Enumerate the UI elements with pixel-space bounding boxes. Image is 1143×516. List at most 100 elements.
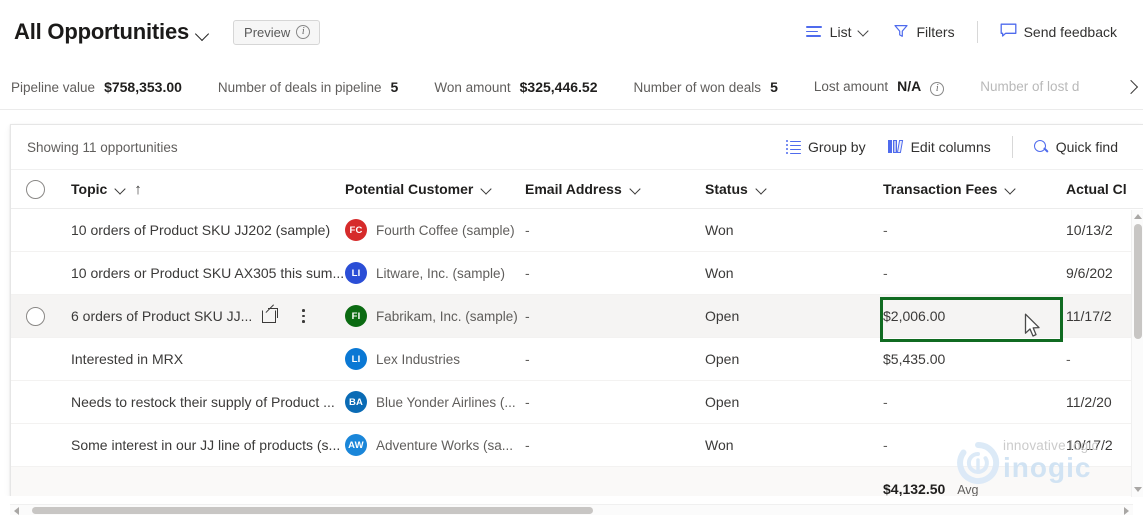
- aggregate-transaction-fees: $4,132.50 Avg: [883, 481, 1066, 497]
- cell-email-address: -: [525, 437, 530, 453]
- kpi-label: Lost amount: [813, 78, 889, 94]
- chevron-down-icon[interactable]: [858, 27, 869, 38]
- quick-find-button[interactable]: Quick find: [1023, 133, 1129, 161]
- cell-status: Won: [705, 265, 734, 281]
- kpi-value: 5: [390, 78, 399, 95]
- cell-potential-customer[interactable]: AW Adventure Works (sa...: [345, 434, 525, 456]
- column-header-status[interactable]: Status: [705, 181, 883, 197]
- page-title: All Opportunities: [14, 19, 190, 44]
- chevron-down-icon[interactable]: [1005, 184, 1016, 195]
- horizontal-scroll-thumb[interactable]: [32, 507, 593, 514]
- chevron-down-icon[interactable]: [481, 184, 492, 195]
- kpi-scroll-right-icon[interactable]: [1123, 78, 1141, 96]
- header-divider: [976, 21, 978, 43]
- kpi-won-deals: Number of won deals 5: [633, 79, 777, 95]
- info-icon[interactable]: i: [930, 81, 945, 96]
- cell-email-address: -: [525, 394, 530, 410]
- cell-status: Won: [705, 437, 734, 453]
- cell-topic[interactable]: Some interest in our JJ line of products…: [59, 437, 345, 453]
- cell-potential-customer[interactable]: LI Lex Industries: [345, 348, 525, 370]
- opportunities-grid-screen: All Opportunities Preview i List Filters: [0, 0, 1143, 516]
- grid-vertical-scrollbar[interactable]: [1131, 210, 1143, 497]
- cell-transaction-fees: -: [883, 394, 888, 410]
- select-all-checkbox[interactable]: [25, 179, 45, 199]
- table-row[interactable]: 10 orders of Product SKU JJ202 (sample) …: [11, 209, 1143, 252]
- cell-potential-customer[interactable]: FC Fourth Coffee (sample): [345, 219, 525, 241]
- table-row[interactable]: 10 orders or Product SKU AX305 this sum.…: [11, 252, 1143, 295]
- cell-customer-text: Fourth Coffee (sample): [376, 222, 515, 238]
- grid-horizontal-scrollbar[interactable]: [10, 504, 1133, 515]
- column-header-topic[interactable]: Topic ↑: [59, 181, 345, 197]
- info-icon[interactable]: i: [296, 25, 311, 39]
- column-header-transaction-fees[interactable]: Transaction Fees: [883, 181, 1066, 197]
- cell-status: Open: [705, 351, 740, 367]
- cell-topic[interactable]: Interested in MRX: [59, 351, 345, 367]
- kpi-summary-bar: Pipeline value $758,353.00 Number of dea…: [0, 64, 1143, 110]
- chevron-down-icon[interactable]: [756, 184, 767, 195]
- vertical-scroll-thumb[interactable]: [1134, 224, 1142, 339]
- kpi-lost-amount: Lost amount N/A i: [813, 77, 945, 96]
- avatar: LI: [345, 262, 367, 284]
- send-feedback-button[interactable]: Send feedback: [988, 17, 1129, 47]
- header-actions: List Filters Send feedback: [794, 17, 1129, 48]
- kpi-label: Number of lost d: [980, 79, 1080, 94]
- edit-columns-icon: [887, 140, 904, 154]
- row-checkbox[interactable]: [25, 306, 45, 326]
- kpi-value: N/A: [897, 77, 922, 94]
- table-row[interactable]: 6 orders of Product SKU JJ... FI Fabrika…: [11, 295, 1143, 338]
- table-row[interactable]: Interested in MRX LI Lex Industries - Op…: [11, 338, 1143, 381]
- row-select-cell[interactable]: [11, 306, 59, 326]
- cell-potential-customer[interactable]: BA Blue Yonder Airlines (...: [345, 391, 525, 413]
- chevron-down-icon[interactable]: [115, 184, 126, 195]
- cell-potential-customer[interactable]: LI Litware, Inc. (sample): [345, 262, 525, 284]
- scroll-down-icon[interactable]: [1134, 486, 1142, 494]
- filters-button[interactable]: Filters: [881, 17, 966, 48]
- table-row[interactable]: Needs to restock their supply of Product…: [11, 381, 1143, 424]
- scroll-left-icon[interactable]: [14, 507, 22, 515]
- cell-email-address: -: [525, 265, 530, 281]
- list-view-label: List: [829, 24, 852, 40]
- table-row[interactable]: Some interest in our JJ line of products…: [11, 424, 1143, 467]
- kpi-won-amount: Won amount $325,446.52: [434, 79, 597, 95]
- scroll-right-icon[interactable]: [1121, 507, 1129, 515]
- scroll-up-icon[interactable]: [1134, 213, 1142, 221]
- edit-columns-button[interactable]: Edit columns: [877, 133, 1002, 161]
- filters-label: Filters: [916, 24, 955, 40]
- opportunities-grid-panel: Showing 11 opportunities Group by Edit c…: [10, 124, 1143, 511]
- column-header-label: Status: [705, 181, 748, 197]
- cell-topic[interactable]: 10 orders of Product SKU JJ202 (sample): [59, 222, 345, 238]
- preview-badge[interactable]: Preview i: [233, 19, 321, 45]
- grid-command-bar: Showing 11 opportunities Group by Edit c…: [11, 125, 1143, 170]
- list-view-button[interactable]: List: [794, 18, 882, 46]
- avatar: BA: [345, 391, 367, 413]
- open-in-new-icon[interactable]: [262, 304, 279, 323]
- column-header-label: Topic: [71, 181, 108, 197]
- column-header-email-address[interactable]: Email Address: [525, 181, 705, 197]
- cell-customer-text: Lex Industries: [376, 351, 461, 367]
- cell-email-address: -: [525, 222, 530, 238]
- select-all-cell[interactable]: [11, 179, 59, 199]
- cell-email-address: -: [525, 351, 530, 367]
- feedback-comment-icon: [1000, 23, 1017, 41]
- chevron-down-icon[interactable]: [630, 184, 641, 195]
- column-header-actual-close[interactable]: Actual Cl: [1066, 181, 1143, 197]
- group-by-button[interactable]: Group by: [775, 133, 877, 161]
- kpi-value: $758,353.00: [104, 78, 182, 95]
- cell-topic[interactable]: Needs to restock their supply of Product…: [59, 394, 345, 410]
- view-selector[interactable]: All Opportunities: [14, 19, 209, 45]
- avatar: FI: [345, 305, 367, 327]
- chevron-down-icon[interactable]: [196, 28, 209, 41]
- aggregate-value: $4,132.50: [883, 480, 946, 497]
- edit-columns-label: Edit columns: [910, 139, 991, 155]
- record-count-label: Showing 11 opportunities: [27, 139, 178, 155]
- more-vertical-icon[interactable]: [293, 306, 313, 326]
- kpi-label: Number of won deals: [633, 79, 762, 95]
- group-by-icon: [786, 140, 801, 154]
- cell-transaction-fees: -: [883, 265, 888, 281]
- cell-topic[interactable]: 10 orders or Product SKU AX305 this sum.…: [59, 265, 345, 281]
- cell-topic[interactable]: 6 orders of Product SKU JJ...: [59, 304, 345, 326]
- column-header-potential-customer[interactable]: Potential Customer: [345, 181, 525, 197]
- quick-find-label: Quick find: [1055, 139, 1118, 155]
- cell-potential-customer[interactable]: FI Fabrikam, Inc. (sample): [345, 305, 525, 327]
- kpi-label: Pipeline value: [11, 79, 96, 95]
